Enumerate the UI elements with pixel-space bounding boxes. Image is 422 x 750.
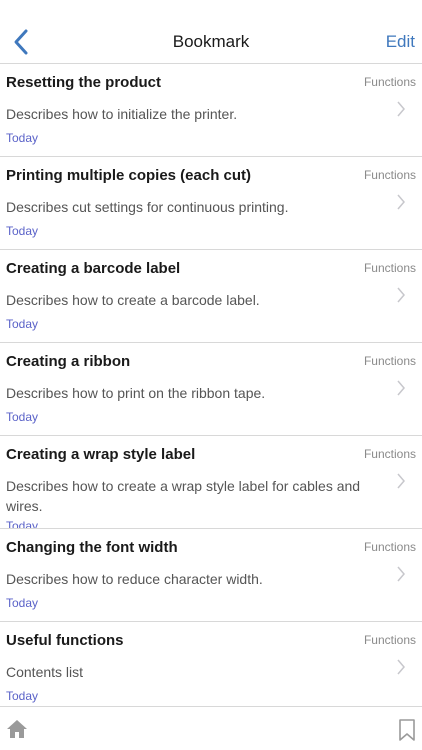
list-item[interactable]: Creating a wrap style label Functions De… <box>0 436 422 529</box>
list-item[interactable]: Creating a ribbon Functions Describes ho… <box>0 343 422 436</box>
item-title: Creating a barcode label <box>6 260 181 277</box>
list-item[interactable]: Changing the font width Functions Descri… <box>0 529 422 622</box>
item-description: Describes how to print on the ribbon tap… <box>6 385 266 401</box>
item-title: Useful functions <box>6 632 124 649</box>
item-date: Today <box>6 689 39 703</box>
chevron-right-icon <box>396 379 406 397</box>
item-date: Today <box>6 224 39 238</box>
item-category: Functions <box>363 75 416 89</box>
list-item[interactable]: Useful functions Functions Contents list… <box>0 622 422 715</box>
item-description: Describes cut settings for continuous pr… <box>6 199 289 215</box>
item-title: Printing multiple copies (each cut) <box>6 167 252 184</box>
item-date: Today <box>6 131 39 145</box>
bottom-toolbar <box>0 706 422 750</box>
item-category: Functions <box>363 633 416 647</box>
item-category: Functions <box>363 447 416 461</box>
item-date: Today <box>6 519 39 528</box>
item-description: Describes how to initialize the printer. <box>6 106 238 122</box>
chevron-right-icon <box>396 100 406 118</box>
edit-button[interactable]: Edit <box>386 32 415 52</box>
chevron-right-icon <box>396 286 406 304</box>
item-category: Functions <box>363 168 416 182</box>
chevron-right-icon <box>396 193 406 211</box>
item-description: Describes how to reduce character width. <box>6 571 263 587</box>
bookmark-icon <box>399 719 415 741</box>
item-date: Today <box>6 317 39 331</box>
item-description: Contents list <box>6 664 84 680</box>
chevron-right-icon <box>396 658 406 676</box>
list-item[interactable]: Printing multiple copies (each cut) Func… <box>0 157 422 250</box>
list-item[interactable]: Resetting the product Functions Describe… <box>0 64 422 157</box>
item-title: Resetting the product <box>6 74 162 91</box>
chevron-right-icon <box>396 565 406 583</box>
item-title: Changing the font width <box>6 539 178 556</box>
item-category: Functions <box>363 354 416 368</box>
bookmark-list: Resetting the product Functions Describe… <box>0 64 422 715</box>
list-item[interactable]: Creating a barcode label Functions Descr… <box>0 250 422 343</box>
home-button[interactable] <box>6 719 28 739</box>
page-title: Bookmark <box>172 32 250 51</box>
item-title: Creating a ribbon <box>6 353 131 370</box>
item-description: Describes how to create a barcode label. <box>6 292 260 308</box>
chevron-right-icon <box>396 472 406 490</box>
nav-bar: Bookmark Edit <box>0 0 422 64</box>
item-title: Creating a wrap style label <box>6 446 196 463</box>
item-category: Functions <box>363 261 416 275</box>
item-date: Today <box>6 596 39 610</box>
item-description: Describes how to create a wrap style lab… <box>6 478 361 512</box>
item-category: Functions <box>363 540 416 554</box>
bookmark-button[interactable] <box>398 719 416 741</box>
item-date: Today <box>6 410 39 424</box>
home-icon <box>7 720 27 738</box>
